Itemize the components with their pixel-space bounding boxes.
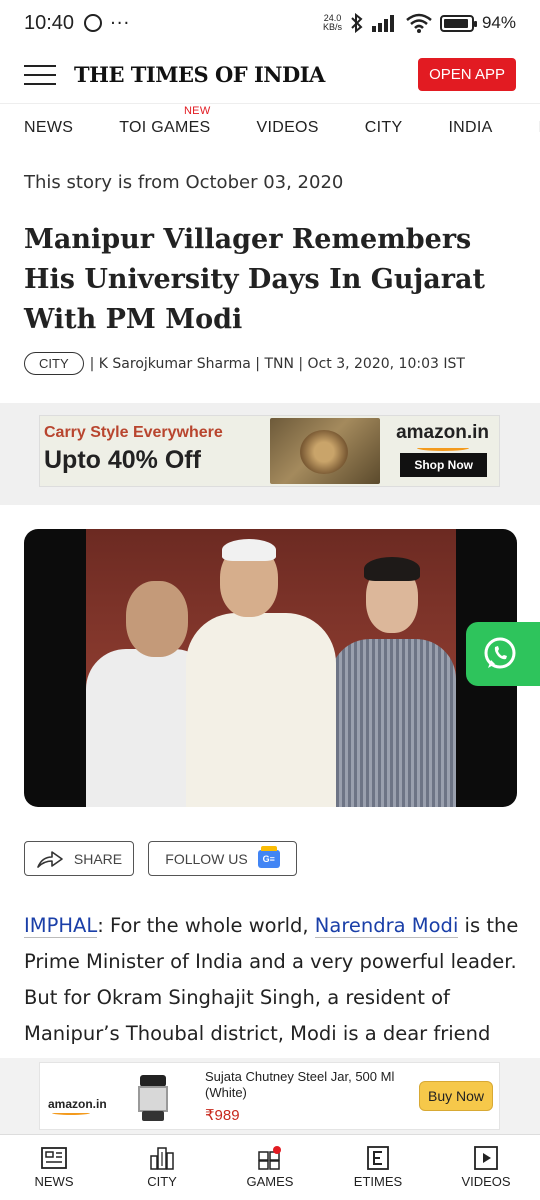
- network-speed: 24.0 KB/s: [323, 14, 342, 32]
- product-ad-card[interactable]: amazon.in Sujata Chutney Steel Jar, 500 …: [39, 1062, 500, 1130]
- section-nav: NEWS TOI GAMES NEW VIDEOS CITY INDIA BU: [0, 104, 540, 152]
- menu-icon[interactable]: [24, 64, 56, 85]
- bottom-nav-etimes-label: ETIMES: [353, 1174, 403, 1189]
- bottom-nav-city[interactable]: CITY: [108, 1135, 216, 1200]
- amazon-smile-icon-small: [52, 1111, 90, 1115]
- bluetooth-icon: [351, 13, 363, 33]
- google-news-icon: G≡: [257, 845, 280, 868]
- whatsapp-share-button[interactable]: [466, 622, 540, 686]
- amazon-logo-small: amazon.in: [48, 1097, 107, 1111]
- battery-fill: [443, 18, 469, 28]
- nav-item-news[interactable]: NEWS: [24, 119, 73, 137]
- open-app-button[interactable]: OPEN APP: [418, 58, 516, 91]
- bottom-nav-city-label: CITY: [147, 1174, 177, 1189]
- byline-text: | K Sarojkumar Sharma | TNN | Oct 3, 202…: [89, 355, 465, 372]
- bottom-nav-games[interactable]: GAMES: [216, 1135, 324, 1200]
- news-icon: [41, 1147, 67, 1169]
- bottom-nav-etimes[interactable]: ETIMES: [324, 1135, 432, 1200]
- product-title: Sujata Chutney Steel Jar, 500 Ml (White): [205, 1069, 395, 1100]
- place-link[interactable]: IMPHAL: [24, 914, 98, 938]
- videos-icon: [474, 1146, 498, 1170]
- ad-tagline: Carry Style Everywhere: [44, 424, 223, 441]
- bottom-nav-games-label: GAMES: [246, 1174, 294, 1189]
- nav-item-videos[interactable]: VIDEOS: [257, 119, 319, 137]
- amazon-logo: amazon.in: [396, 422, 489, 443]
- nav-item-toi-games[interactable]: TOI GAMES NEW: [119, 105, 211, 137]
- share-arrow-icon: [37, 850, 63, 868]
- person-link[interactable]: Narendra Modi: [314, 914, 459, 938]
- battery-percent: 94%: [481, 13, 516, 32]
- new-badge: NEW: [183, 105, 211, 117]
- whatsapp-notification-icon: [84, 14, 103, 32]
- etimes-icon: [367, 1146, 389, 1170]
- share-label: SHARE: [73, 850, 123, 867]
- story-date: This story is from October 03, 2020: [24, 172, 344, 193]
- article-headline: Manipur Villager Remembers His Universit…: [24, 224, 485, 335]
- bottom-nav-videos[interactable]: VIDEOS: [432, 1135, 540, 1200]
- nav-item-toi-games-label: TOI GAMES: [119, 119, 211, 136]
- follow-label: FOLLOW US: [165, 850, 248, 867]
- network-speed-unit: KB/s: [322, 22, 342, 32]
- city-icon: [150, 1147, 174, 1170]
- nav-item-india[interactable]: INDIA: [448, 119, 492, 137]
- status-time: 10:40: [24, 11, 75, 34]
- article-body: IMPHAL: For the whole world, Narendra Mo…: [24, 908, 520, 1052]
- product-price: ₹989: [205, 1107, 240, 1124]
- ad-offer: Upto 40% Off: [44, 446, 201, 474]
- more-notifications-icon: ···: [110, 12, 131, 34]
- whatsapp-icon: [484, 637, 516, 669]
- article-byline: CITY | K Sarojkumar Sharma | TNN | Oct 3…: [24, 352, 465, 375]
- amazon-banner-ad[interactable]: Carry Style Everywhere Upto 40% Off amaz…: [39, 415, 500, 487]
- app-header: THE TIMES OF INDIA OPEN APP: [0, 46, 540, 104]
- buy-now-button[interactable]: Buy Now: [419, 1081, 494, 1111]
- wifi-icon: [406, 13, 432, 33]
- games-icon: [258, 1146, 281, 1170]
- bottom-nav-news-label: NEWS: [34, 1174, 74, 1189]
- ad-slot-bottom: amazon.in Sujata Chutney Steel Jar, 500 …: [0, 1058, 540, 1134]
- body-text-1: : For the whole world,: [97, 914, 315, 937]
- signal-icon: [371, 15, 394, 32]
- chutney-jar-image: [136, 1075, 170, 1121]
- nav-item-city[interactable]: CITY: [365, 119, 403, 137]
- bottom-nav-videos-label: VIDEOS: [461, 1174, 511, 1189]
- battery-icon: [439, 14, 477, 32]
- bottom-nav-news[interactable]: NEWS: [0, 1135, 108, 1200]
- follow-google-news-button[interactable]: FOLLOW US G≡: [148, 841, 297, 876]
- article-photo[interactable]: [24, 529, 517, 807]
- handbag-image: [270, 418, 380, 484]
- shop-now-button[interactable]: Shop Now: [400, 453, 487, 477]
- category-pill[interactable]: CITY: [24, 352, 84, 375]
- share-button[interactable]: SHARE: [24, 841, 134, 876]
- ad-slot-top: Carry Style Everywhere Upto 40% Off amaz…: [0, 403, 540, 505]
- amazon-smile-icon: [417, 445, 469, 451]
- status-bar: 10:40 ··· 24.0 KB/s 94%: [0, 0, 540, 46]
- bottom-nav: NEWS CITY GAMES ETIMES VIDEOS: [0, 1134, 540, 1200]
- site-logo[interactable]: THE TIMES OF INDIA: [74, 62, 325, 87]
